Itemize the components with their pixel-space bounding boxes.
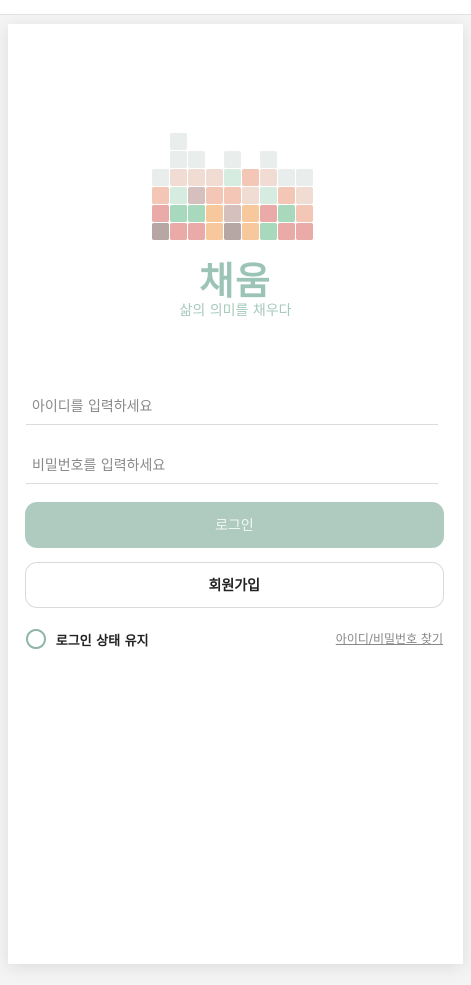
logo-tile — [242, 223, 259, 240]
brand-title: 채움 — [199, 259, 272, 303]
login-button-label: 로그인 — [215, 518, 254, 534]
login-screen: 채움 삶의 의미를 채우다 로그인 회원가입 로그인 상태 유지 아이디/비밀번… — [8, 24, 463, 964]
logo-tile — [224, 205, 241, 222]
logo-tile — [260, 187, 277, 204]
logo-tile — [206, 187, 223, 204]
logo-tile — [170, 133, 187, 150]
logo-tile — [242, 187, 259, 204]
logo-tile — [260, 205, 277, 222]
logo-tile — [152, 205, 169, 222]
logo-tile — [224, 151, 241, 168]
logo-tile — [188, 169, 205, 186]
logo-tile — [170, 205, 187, 222]
logo-tile — [206, 169, 223, 186]
logo-tile — [278, 223, 295, 240]
logo-tile — [170, 187, 187, 204]
brand-tagline: 삶의 의미를 채우다 — [179, 303, 292, 319]
find-account-link[interactable]: 아이디/비밀번호 찾기 — [336, 630, 443, 647]
remember-login-toggle[interactable]: 로그인 상태 유지 — [26, 626, 149, 652]
radio-circle-icon[interactable] — [26, 629, 46, 649]
logo-tile — [296, 187, 313, 204]
logo-tile — [296, 169, 313, 186]
logo-tile — [206, 205, 223, 222]
logo-tile — [224, 223, 241, 240]
logo-tile — [224, 169, 241, 186]
logo-tile — [188, 187, 205, 204]
login-button[interactable]: 로그인 — [25, 502, 444, 548]
logo-tile — [152, 223, 169, 240]
logo-mosaic — [152, 108, 314, 240]
remember-login-label: 로그인 상태 유지 — [56, 633, 149, 649]
logo-tile — [224, 187, 241, 204]
logo-tile — [206, 223, 223, 240]
logo-tile — [260, 223, 277, 240]
logo-tile — [242, 169, 259, 186]
logo-tile — [242, 205, 259, 222]
logo-tile — [278, 205, 295, 222]
logo-tile — [296, 223, 313, 240]
logo-tile — [188, 151, 205, 168]
logo-tile — [260, 169, 277, 186]
logo-tile — [278, 187, 295, 204]
logo-tile — [188, 223, 205, 240]
top-bar — [0, 0, 471, 15]
logo-tile — [152, 187, 169, 204]
password-input[interactable] — [26, 448, 438, 484]
logo-tile — [260, 151, 277, 168]
logo-tile — [152, 169, 169, 186]
logo-tile — [170, 223, 187, 240]
id-input[interactable] — [26, 389, 438, 425]
logo-tile — [170, 169, 187, 186]
signup-button[interactable]: 회원가입 — [25, 562, 444, 608]
logo-tile — [170, 151, 187, 168]
logo-tile — [278, 169, 295, 186]
logo-tile — [296, 205, 313, 222]
signup-button-label: 회원가입 — [208, 578, 261, 594]
logo-tile — [188, 205, 205, 222]
